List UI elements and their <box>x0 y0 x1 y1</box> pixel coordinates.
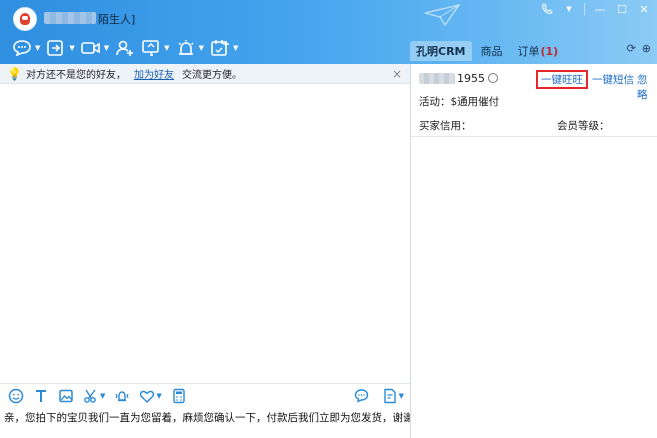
close-notice-button[interactable]: × <box>392 67 402 81</box>
caret-down-icon: ▼ <box>164 44 170 52</box>
screen-share-icon <box>142 40 159 56</box>
calculator-icon <box>173 388 185 403</box>
add-contact-button[interactable] <box>115 38 135 58</box>
crm-panel: 1955 一键旺旺 一键短信 忽略 活动：$通用催付 买家信用： 会员等级： <box>410 64 657 438</box>
calendar-add-icon <box>211 40 229 56</box>
contact-tag: 陌生人] <box>98 13 136 26</box>
tab-crm[interactable]: 孔明CRM <box>410 41 472 61</box>
add-tab-icon[interactable]: ⊕ <box>642 42 651 55</box>
emoji-chat-button[interactable]: ▼ <box>12 38 40 58</box>
notice-text-after: 交流更方便。 <box>181 70 242 81</box>
right-panel-tabs: 孔明CRM 商品 订单 (1) <box>410 39 564 61</box>
ignore-link[interactable]: 忽略 <box>637 72 655 102</box>
not-friend-notice: 💡 对方还不是您的好友， 加为好友 交流更方便。 × <box>0 64 410 84</box>
divider <box>411 136 657 137</box>
caret-down-icon[interactable]: ▼ <box>562 2 576 16</box>
window-controls: ▼ — ☐ ✕ <box>540 2 651 16</box>
caret-down-icon: ▼ <box>35 44 41 52</box>
notice-text-before: 对方还不是您的好友， <box>25 70 126 81</box>
buyer-credit-label: 买家信用： <box>419 120 472 132</box>
customer-row: 1955 一键旺旺 一键短信 忽略 <box>419 69 655 101</box>
wangwang-status-icon <box>488 73 498 83</box>
video-call-button[interactable]: ▼ <box>80 38 110 58</box>
video-camera-icon <box>80 42 100 54</box>
heart-icon <box>140 390 155 403</box>
document-clock-icon <box>383 388 396 403</box>
quick-reply-button[interactable] <box>354 388 370 404</box>
orders-count-badge: (1) <box>540 44 559 58</box>
customer-id-suffix: 1955 <box>457 71 485 85</box>
one-click-wangwang-link[interactable]: 一键旺旺 <box>536 70 588 89</box>
message-input[interactable]: 亲，您拍下的宝贝我们一直为您留着，麻烦您确认一下，付款后我们立即为您发货，谢谢! <box>0 407 410 438</box>
add-friend-link[interactable]: 加为好友 <box>134 66 174 81</box>
add-user-icon <box>116 40 134 56</box>
chat-bubble-icon <box>13 40 31 57</box>
tab-orders-label: 订单 <box>517 45 540 58</box>
activity-label: 活动：$通用催付 <box>419 96 500 108</box>
tab-goods[interactable]: 商品 <box>475 41 509 61</box>
customer-id-redacted <box>419 72 455 84</box>
transfer-file-button[interactable]: ▼ <box>46 38 75 58</box>
image-button[interactable] <box>58 388 74 404</box>
caret-down-icon: ▼ <box>103 44 110 52</box>
image-icon <box>59 389 73 402</box>
app-plugin-button[interactable]: ▼ <box>210 38 238 58</box>
screen-share-button[interactable]: ▼ <box>141 38 170 58</box>
input-toolbar-right: ▼ <box>354 388 404 404</box>
scissors-icon <box>84 389 96 403</box>
shake-bell-icon <box>115 390 129 401</box>
shake-button[interactable] <box>114 388 130 404</box>
input-toolbar: ▼ ▼ ▼ <box>0 383 410 407</box>
right-tab-tools: ⟳ ⊕ <box>627 42 651 55</box>
tab-orders[interactable]: 订单 (1) <box>512 41 565 61</box>
close-window-button[interactable]: ✕ <box>637 2 651 16</box>
maximize-button[interactable]: ☐ <box>615 2 629 16</box>
screenshot-button[interactable]: ▼ <box>83 388 105 404</box>
minimize-button[interactable]: — <box>593 2 607 16</box>
calculator-button[interactable] <box>171 388 187 404</box>
emoji-button[interactable] <box>8 388 24 404</box>
text-format-icon <box>36 389 46 402</box>
caret-down-icon: ▼ <box>156 391 162 400</box>
window-header: 陌生人] ▼ — ☐ ✕ ▼ ▼ ▼ ▼ ▼ ▼ 孔明CRM 商品 订单 (1)… <box>0 0 657 64</box>
caret-down-icon: ▼ <box>198 44 204 52</box>
smiley-icon <box>8 388 24 403</box>
avatar-logo-icon <box>20 13 30 25</box>
divider <box>584 3 585 15</box>
contact-avatar[interactable] <box>13 7 37 31</box>
chat-message-area[interactable] <box>0 84 410 382</box>
one-click-sms-link[interactable]: 一键短信 <box>592 72 634 87</box>
caret-down-icon: ▼ <box>100 391 106 400</box>
caret-down-icon: ▼ <box>69 44 75 52</box>
phone-icon[interactable] <box>540 2 554 16</box>
paper-plane-icon <box>424 4 461 27</box>
alarm-bell-icon <box>178 40 194 55</box>
history-button[interactable]: ▼ <box>382 388 404 404</box>
caret-down-icon: ▼ <box>232 44 239 52</box>
remote-assist-button[interactable]: ▼ <box>176 38 204 58</box>
chat-toolbar: ▼ ▼ ▼ ▼ ▼ ▼ <box>12 38 238 58</box>
refresh-icon[interactable]: ⟳ <box>627 42 636 55</box>
transfer-icon <box>47 40 64 56</box>
contact-name-redacted <box>44 12 96 24</box>
caret-down-icon: ▼ <box>398 391 404 400</box>
lightbulb-icon: 💡 <box>7 66 22 81</box>
font-button[interactable] <box>33 388 49 404</box>
chat-settings-icon <box>354 388 368 403</box>
favorite-button[interactable]: ▼ <box>139 388 162 404</box>
member-level-label: 会员等级： <box>557 120 610 132</box>
